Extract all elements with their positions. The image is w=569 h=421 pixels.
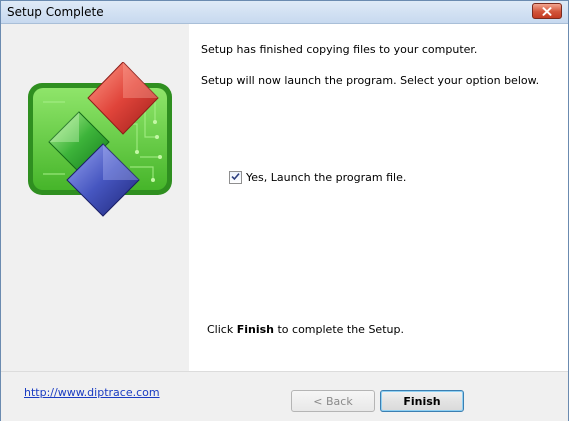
- content-panel: Setup has finished copying files to your…: [189, 24, 568, 371]
- finish-instruction-bold: Finish: [236, 323, 274, 336]
- checkmark-icon: [231, 171, 240, 184]
- back-button[interactable]: < Back: [291, 390, 375, 412]
- launch-program-checkbox[interactable]: [229, 171, 242, 184]
- status-message: Setup has finished copying files to your…: [201, 43, 478, 56]
- footer-bar: http://www.diptrace.com < Back Finish: [1, 371, 568, 421]
- launch-program-option[interactable]: Yes, Launch the program file.: [229, 171, 406, 184]
- website-link[interactable]: http://www.diptrace.com: [24, 386, 160, 399]
- setup-complete-window: Setup Complete Setup has finished copyin…: [0, 0, 569, 421]
- title-bar[interactable]: Setup Complete: [1, 1, 568, 24]
- window-title: Setup Complete: [7, 5, 104, 19]
- finish-button[interactable]: Finish: [380, 390, 464, 412]
- finish-instruction-prefix: Click: [207, 323, 237, 336]
- diptrace-logo-icon: [25, 61, 175, 226]
- finish-instruction: Click Finish to complete the Setup.: [207, 323, 404, 336]
- finish-instruction-suffix: to complete the Setup.: [273, 323, 404, 336]
- side-panel: [1, 24, 189, 371]
- close-icon: [542, 6, 552, 16]
- close-button[interactable]: [532, 3, 562, 19]
- instruction-message: Setup will now launch the program. Selec…: [201, 74, 540, 87]
- launch-program-label: Yes, Launch the program file.: [246, 171, 407, 184]
